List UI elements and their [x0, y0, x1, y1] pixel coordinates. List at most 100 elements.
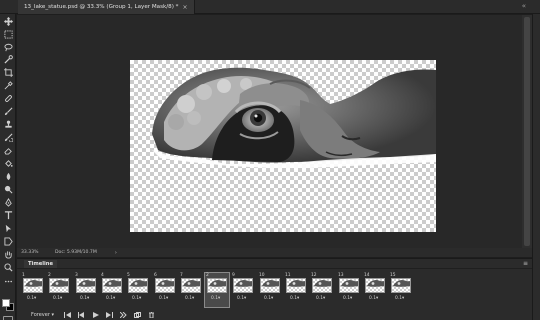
dodge-icon[interactable]: [3, 184, 13, 194]
frame-delay-value: 0.1: [132, 296, 139, 301]
crop-icon[interactable]: [3, 67, 13, 77]
frame-delay-value: 0.1: [343, 296, 350, 301]
lasso-icon[interactable]: [3, 42, 13, 52]
zoom-icon[interactable]: [3, 262, 13, 272]
panel-menu-icon[interactable]: ≡: [523, 260, 528, 267]
document-canvas[interactable]: [130, 60, 436, 232]
frame-thumbnail: [102, 278, 122, 293]
vertical-scrollbar[interactable]: [522, 15, 532, 248]
timeline-frame[interactable]: 11 0.1▾: [284, 273, 308, 307]
frame-thumbnail: [286, 278, 306, 293]
type-icon[interactable]: [3, 210, 13, 220]
prev-frame-icon[interactable]: [77, 311, 85, 318]
close-icon[interactable]: ×: [182, 4, 187, 11]
clone-stamp-icon[interactable]: [3, 119, 13, 129]
timeline-controls: Forever ▾: [17, 309, 532, 320]
frame-delay-value: 0.1: [80, 296, 87, 301]
frame-delay-select[interactable]: 0.1▾: [316, 296, 325, 301]
paint-bucket-icon[interactable]: [3, 158, 13, 168]
timeline-frame[interactable]: 2 0.1▾: [47, 273, 71, 307]
frame-delay-select[interactable]: 0.1▾: [53, 296, 62, 301]
healing-brush-icon[interactable]: [3, 93, 13, 103]
frame-thumbnail: [312, 278, 332, 293]
timeline-frame[interactable]: 12 0.1▾: [310, 273, 334, 307]
frame-delay-value: 0.1: [316, 296, 323, 301]
timeline-frame[interactable]: 9 0.1▾: [231, 273, 255, 307]
timeline-tab[interactable]: Timeline: [24, 260, 58, 268]
timeline-frame[interactable]: 3 0.1▾: [74, 273, 98, 307]
tween-icon[interactable]: [119, 311, 127, 318]
frame-delay-value: 0.1: [185, 296, 192, 301]
frame-delay-select[interactable]: 0.1▾: [290, 296, 299, 301]
foreground-color-swatch[interactable]: [2, 299, 10, 307]
duplicate-frame-icon[interactable]: [133, 311, 141, 318]
timeline-frame[interactable]: 15 0.1▾: [389, 273, 413, 307]
quick-mask-icon[interactable]: [3, 316, 13, 320]
canvas-area[interactable]: [17, 15, 522, 248]
frame-thumbnail: [23, 278, 43, 293]
blur-icon[interactable]: [3, 171, 13, 181]
history-brush-icon[interactable]: [3, 132, 13, 142]
collapse-panels-icon[interactable]: «: [522, 2, 526, 10]
timeline-frame[interactable]: 13 0.1▾: [337, 273, 361, 307]
frame-delay-value: 0.1: [211, 296, 218, 301]
zoom-level[interactable]: 33.33%: [17, 250, 39, 255]
first-frame-icon[interactable]: [63, 311, 71, 318]
frame-delay-value: 0.1: [369, 296, 376, 301]
more-icon[interactable]: [3, 276, 13, 286]
delete-frame-icon[interactable]: [148, 311, 155, 318]
shape-icon[interactable]: [3, 236, 13, 246]
pen-icon[interactable]: [3, 197, 13, 207]
frame-delay-value: 0.1: [53, 296, 60, 301]
timeline-frame[interactable]: 2 0.1▾: [204, 272, 230, 308]
frame-delay-select[interactable]: 0.1▾: [80, 296, 89, 301]
doc-size-info: Doc: 5.93M/10.7M: [55, 250, 97, 255]
scroll-thumb[interactable]: [524, 17, 530, 246]
next-frame-icon[interactable]: [105, 311, 113, 318]
frame-delay-value: 0.1: [159, 296, 166, 301]
frame-thumbnail: [76, 278, 96, 293]
timeline-header: Timeline ≡: [17, 259, 532, 269]
timeline-frame[interactable]: 7 0.1▾: [179, 273, 203, 307]
document-tab[interactable]: 13_lake_statue.psd @ 33.3% (Group 1, Lay…: [18, 0, 195, 14]
frame-thumbnail: [391, 278, 411, 293]
marquee-icon[interactable]: [3, 29, 13, 39]
move-icon[interactable]: [3, 16, 13, 26]
frame-thumbnail: [49, 278, 69, 293]
frame-delay-value: 0.1: [237, 296, 244, 301]
frame-delay-select[interactable]: 0.1▾: [343, 296, 352, 301]
timeline-frame[interactable]: 6 0.1▾: [153, 273, 177, 307]
frame-delay-select[interactable]: 0.1▾: [211, 296, 220, 301]
frame-thumbnail: [128, 278, 148, 293]
timeline-frame[interactable]: 10 0.1▾: [258, 273, 282, 307]
path-select-icon[interactable]: [3, 223, 13, 233]
frame-delay-select[interactable]: 0.1▾: [106, 296, 115, 301]
hand-icon[interactable]: [3, 249, 13, 259]
frame-delay-select[interactable]: 0.1▾: [132, 296, 141, 301]
frame-delay-select[interactable]: 0.1▾: [27, 296, 36, 301]
frame-delay-value: 0.1: [27, 296, 34, 301]
timeline-frame[interactable]: 5 0.1▾: [126, 273, 150, 307]
frame-delay-select[interactable]: 0.1▾: [264, 296, 273, 301]
frame-delay-select[interactable]: 0.1▾: [185, 296, 194, 301]
frame-delay-select[interactable]: 0.1▾: [159, 296, 168, 301]
frame-delay-select[interactable]: 0.1▾: [395, 296, 404, 301]
frame-thumbnail: [260, 278, 280, 293]
frame-delay-select[interactable]: 0.1▾: [237, 296, 246, 301]
eyedropper-icon[interactable]: [3, 80, 13, 90]
eraser-icon[interactable]: [3, 145, 13, 155]
brush-icon[interactable]: [3, 106, 13, 116]
frame-delay-value: 0.1: [395, 296, 402, 301]
frame-delay-select[interactable]: 0.1▾: [369, 296, 378, 301]
timeline-frame[interactable]: 1 0.1▾: [21, 273, 45, 307]
statue-image: [152, 67, 436, 168]
tools-panel: [0, 14, 16, 320]
quick-select-icon[interactable]: [3, 54, 13, 64]
timeline-frame[interactable]: 4 0.1▾: [100, 273, 124, 307]
chevron-right-icon[interactable]: ›: [115, 250, 117, 256]
timeline-frame[interactable]: 14 0.1▾: [363, 273, 387, 307]
frame-thumbnail: [339, 278, 359, 293]
loop-options-select[interactable]: Forever ▾: [31, 312, 54, 318]
play-icon[interactable]: [92, 311, 99, 318]
timeline-panel: Timeline ≡ 1 0.1▾ 2 0.1▾ 3 0.1▾ 4 0.1▾ 5 0.1▾ 6 0.1…: [17, 258, 532, 320]
